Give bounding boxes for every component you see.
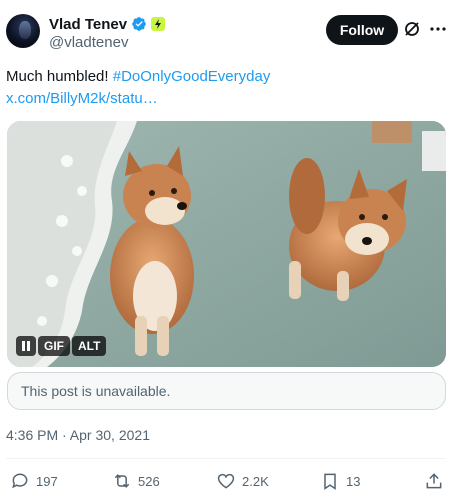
post-url-link[interactable]: x.com/BillyM2k/statu… xyxy=(6,88,158,110)
doge-gif-image xyxy=(7,121,446,367)
grok-icon[interactable] xyxy=(403,20,421,38)
reply-button[interactable]: 197 xyxy=(10,468,58,494)
pause-icon[interactable] xyxy=(16,336,36,356)
divider xyxy=(6,458,446,459)
verified-badge-icon xyxy=(132,17,146,31)
gif-controls: GIF ALT xyxy=(16,336,107,356)
avatar[interactable] xyxy=(6,14,40,48)
follow-button[interactable]: Follow xyxy=(326,15,398,45)
repost-count: 526 xyxy=(138,473,160,489)
bookmark-icon xyxy=(324,473,336,490)
post-body: Much humbled! xyxy=(6,68,113,85)
repost-button[interactable]: 526 xyxy=(112,468,160,494)
reply-icon xyxy=(12,473,28,489)
post-header: Vlad Tenev @vladtenev Follow xyxy=(0,0,462,62)
more-horizontal-icon[interactable] xyxy=(428,20,448,38)
post-text: Much humbled! #DoOnlyGoodEveryday xyxy=(6,66,446,88)
gif-media[interactable] xyxy=(7,121,446,367)
like-button[interactable]: 2.2K xyxy=(216,468,269,494)
author-name-row: Vlad Tenev xyxy=(49,14,166,34)
gif-badge: GIF xyxy=(38,336,70,356)
quoted-post-unavailable: This post is unavailable. xyxy=(7,372,446,410)
post-actions-bar: 197 526 2.2K 13 xyxy=(0,468,462,494)
like-count: 2.2K xyxy=(242,473,269,489)
heart-icon xyxy=(217,473,235,489)
repost-icon xyxy=(114,474,130,488)
share-icon xyxy=(426,473,442,489)
bookmark-count: 13 xyxy=(346,473,361,489)
post-timestamp[interactable]: 4:36 PM · Apr 30, 2021 xyxy=(6,427,150,443)
affiliate-badge-icon xyxy=(151,17,166,31)
bookmark-button[interactable]: 13 xyxy=(320,468,360,494)
share-button[interactable] xyxy=(424,468,444,494)
hashtag-link[interactable]: #DoOnlyGoodEveryday xyxy=(113,68,271,85)
reply-count: 197 xyxy=(36,473,58,489)
alt-text-button[interactable]: ALT xyxy=(72,336,107,356)
author-display-name[interactable]: Vlad Tenev xyxy=(49,16,127,33)
author-handle[interactable]: @vladtenev xyxy=(49,34,128,51)
